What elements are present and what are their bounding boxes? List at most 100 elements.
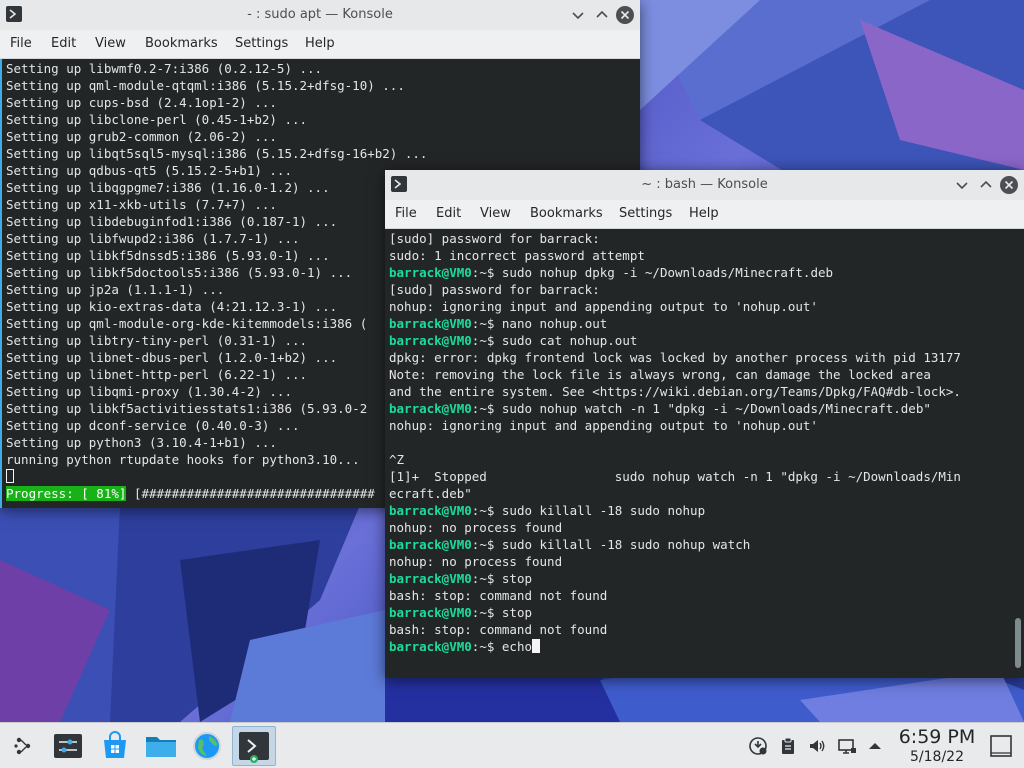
terminal-command-line: barrack@VM0:~$ stop (389, 570, 532, 587)
menu-bookmarks[interactable]: Bookmarks (145, 36, 218, 51)
terminal-line: Setting up cups-bsd (2.4.1op1-2) ... (6, 95, 277, 110)
menu-file[interactable]: File (395, 206, 417, 221)
terminal-line: nohup: no process found (389, 520, 563, 535)
menu-bookmarks[interactable]: Bookmarks (530, 206, 603, 221)
terminal-line: nohup: ignoring input and appending outp… (389, 418, 818, 433)
terminal-line: nohup: no process found (389, 554, 563, 569)
terminal-line: Setting up kio-extras-data (4:21.12.3-1)… (6, 299, 338, 314)
clock-time[interactable]: 6:59 PM (893, 726, 981, 748)
konsole-window-bash[interactable]: ~ : bash — Konsole File Edit View Bookma… (385, 170, 1024, 678)
minimize-button[interactable] (568, 5, 588, 25)
minimize-button[interactable] (952, 175, 972, 195)
shell-prompt: barrack@VM0 (389, 571, 472, 586)
terminal-line: sudo: 1 incorrect password attempt (389, 248, 645, 263)
shell-prompt: barrack@VM0 (389, 639, 472, 654)
prompt-suffix: :~$ (471, 537, 502, 552)
shell-prompt: barrack@VM0 (389, 265, 472, 280)
terminal-line: Setting up libnet-http-perl (6.22-1) ... (6, 367, 308, 382)
terminal-line: dpkg: error: dpkg frontend lock was lock… (389, 350, 961, 365)
shell-prompt: barrack@VM0 (389, 605, 472, 620)
maximize-button[interactable] (976, 175, 996, 195)
text-cursor (532, 639, 541, 653)
terminal-command-line: barrack@VM0:~$ sudo killall -18 sudo noh… (389, 502, 705, 519)
terminal-line: Setting up libdebuginfod1:i386 (0.187-1)… (6, 214, 338, 229)
terminal-line: Setting up libqt5sql5-mysql:i386 (5.15.2… (6, 146, 428, 161)
text-cursor (6, 469, 14, 483)
titlebar[interactable]: ~ : bash — Konsole (385, 170, 1024, 201)
terminal-line: Setting up libkf5doctools5:i386 (5.93.0-… (6, 265, 353, 280)
tray-expand-icon[interactable] (865, 736, 885, 756)
terminal-command-line: barrack@VM0:~$ stop (389, 604, 532, 621)
command-text: sudo nohup dpkg -i ~/Downloads/Minecraft… (501, 265, 834, 280)
terminal-line: Setting up x11-xkb-utils (7.7+7) ... (6, 197, 277, 212)
app-launcher-icon[interactable] (5, 728, 41, 764)
command-text: echo (501, 639, 533, 654)
prompt-suffix: :~$ (471, 265, 502, 280)
terminal-line: Setting up libtry-tiny-perl (0.31-1) ... (6, 333, 308, 348)
progress-label: Progress: [ 81%] (6, 486, 127, 501)
terminal-line: [1]+ Stopped sudo nohup watch -n 1 "dpkg… (389, 469, 961, 484)
prompt-suffix: :~$ (471, 333, 502, 348)
terminal-line: Setting up jp2a (1.1.1-1) ... (6, 282, 225, 297)
web-browser-icon[interactable] (189, 728, 225, 764)
terminal-line: nohup: ignoring input and appending outp… (389, 299, 818, 314)
terminal-output[interactable]: [sudo] password for barrack: sudo: 1 inco… (385, 229, 1024, 678)
terminal-line: Setting up python3 (3.10.4-1+b1) ... (6, 435, 277, 450)
terminal-line: bash: stop: command not found (389, 622, 608, 637)
prompt-suffix: :~$ (471, 639, 502, 654)
terminal-command-line: barrack@VM0:~$ sudo cat nohup.out (389, 332, 637, 349)
terminal-line: ^Z (389, 452, 405, 467)
terminal-line: Note: removing the lock file is always w… (389, 367, 931, 382)
discover-store-icon[interactable] (97, 728, 133, 764)
menu-settings[interactable]: Settings (235, 36, 288, 51)
command-text: sudo killall -18 sudo nohup (501, 503, 706, 518)
shell-prompt: barrack@VM0 (389, 316, 472, 331)
close-button[interactable] (999, 175, 1019, 195)
progress-line: Progress: [ 81%] [######################… (6, 485, 375, 502)
clock-date[interactable]: 5/18/22 (893, 749, 981, 765)
terminal-line: Setting up libfwupd2:i386 (1.7.7-1) ... (6, 231, 300, 246)
menu-help[interactable]: Help (689, 206, 719, 221)
menubar: File Edit View Bookmarks Settings Help (385, 200, 1024, 229)
command-text: sudo killall -18 sudo nohup watch (501, 537, 751, 552)
terminal-line: Setting up qml-module-org-kde-kitemmodel… (6, 316, 368, 331)
terminal-command-line: barrack@VM0:~$ nano nohup.out (389, 315, 607, 332)
terminal-line: and the entire system. See <https://wiki… (389, 384, 961, 399)
terminal-line: [sudo] password for barrack: (389, 282, 600, 297)
terminal-line: [sudo] password for barrack: (389, 231, 600, 246)
menu-view[interactable]: View (95, 36, 126, 51)
system-settings-icon[interactable] (50, 728, 86, 764)
menu-edit[interactable]: Edit (436, 206, 461, 221)
titlebar[interactable]: - : sudo apt — Konsole (0, 0, 640, 31)
terminal-line: Setting up dconf-service (0.40.0-3) ... (6, 418, 300, 433)
network-icon[interactable] (837, 736, 857, 756)
terminal-line: Setting up libnet-dbus-perl (1.2.0-1+b2)… (6, 350, 338, 365)
menu-edit[interactable]: Edit (51, 36, 76, 51)
scrollbar-thumb[interactable] (1015, 618, 1021, 668)
terminal-line: Setting up grub2-common (2.06-2) ... (6, 129, 277, 144)
close-button[interactable] (615, 5, 635, 25)
terminal-command-line: barrack@VM0:~$ echo (389, 638, 541, 655)
menu-help[interactable]: Help (305, 36, 335, 51)
shell-prompt: barrack@VM0 (389, 537, 472, 552)
dolphin-folder-icon[interactable] (143, 728, 179, 764)
volume-icon[interactable] (807, 736, 827, 756)
konsole-task-icon[interactable] (232, 726, 276, 766)
terminal-line: Setting up libkf5dnssd5:i386 (5.93.0-1) … (6, 248, 330, 263)
maximize-button[interactable] (592, 5, 612, 25)
terminal-line: Setting up libclone-perl (0.45-1+b2) ... (6, 112, 308, 127)
update-notifier-icon[interactable] (748, 736, 768, 756)
menu-view[interactable]: View (480, 206, 511, 221)
menubar: File Edit View Bookmarks Settings Help (0, 30, 640, 59)
window-title: ~ : bash — Konsole (641, 177, 768, 192)
prompt-suffix: :~$ (471, 605, 502, 620)
clipboard-icon[interactable] (778, 736, 798, 756)
taskbar (0, 722, 1024, 768)
terminal-line: Setting up libwmf0.2-7:i386 (0.2.12-5) .… (6, 61, 323, 76)
show-desktop-icon[interactable] (989, 734, 1013, 758)
menu-file[interactable]: File (10, 36, 32, 51)
menu-settings[interactable]: Settings (619, 206, 672, 221)
terminal-line: Setting up libkf5activitiesstats1:i386 (… (6, 401, 368, 416)
command-text: sudo cat nohup.out (501, 333, 638, 348)
terminal-line: running python rtupdate hooks for python… (6, 452, 360, 467)
